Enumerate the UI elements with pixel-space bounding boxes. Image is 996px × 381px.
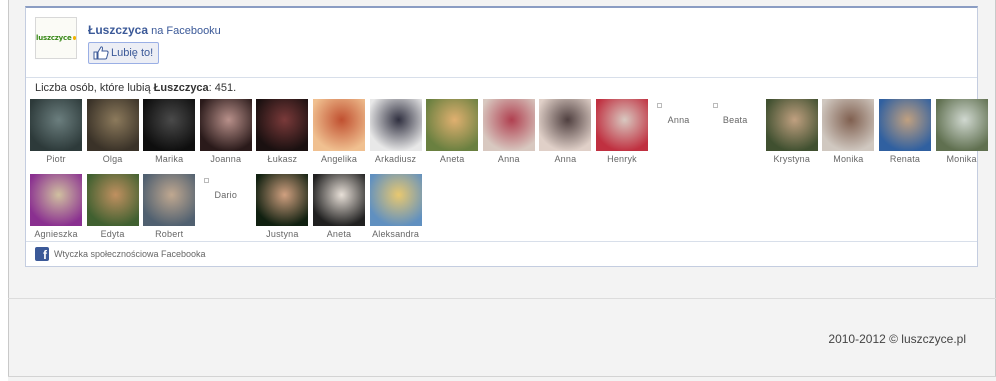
fan-tile[interactable]: Henryk	[594, 97, 650, 169]
fan-photo	[30, 99, 82, 151]
like-count-text: Liczba osób, które lubią Łuszczyca: 451.	[35, 82, 236, 94]
fan-tile[interactable]: Olga	[85, 97, 141, 169]
fan-tile[interactable]: Justyna	[254, 172, 310, 244]
fan-photo	[369, 99, 422, 151]
fan-name: Monika	[946, 154, 977, 164]
fan-tile[interactable]: Beata	[707, 97, 763, 169]
fan-name: Anna	[497, 154, 520, 164]
fan-photo	[879, 99, 931, 151]
fan-name: Marika	[155, 154, 184, 164]
fan-tile[interactable]: Robert	[141, 172, 197, 244]
fan-tile[interactable]: Angelika	[311, 97, 367, 169]
fan-tile[interactable]: Aneta	[424, 97, 480, 169]
fan-photo	[86, 99, 139, 151]
fan-name: Anna	[667, 115, 690, 125]
fan-photo	[86, 174, 139, 226]
fan-name: Justyna	[266, 229, 299, 239]
fan-photo	[256, 174, 309, 226]
fan-tile[interactable]: Renata	[877, 97, 933, 169]
facebook-icon[interactable]: f	[35, 247, 49, 262]
page-name-link[interactable]: Łuszczyca	[88, 23, 148, 37]
like-count-suffix: : 451.	[208, 82, 237, 94]
fan-photo	[539, 99, 592, 151]
fan-tile[interactable]: Monika	[934, 97, 990, 169]
fan-name: Renata	[889, 154, 921, 164]
fan-photo	[313, 174, 365, 226]
social-plugin-link[interactable]: Wtyczka społecznościowa Facebooka	[54, 249, 206, 259]
fan-tile[interactable]: Marika	[141, 97, 197, 169]
copyright-text: 2010-2012 © luszczyce.pl	[828, 332, 966, 346]
fan-photo	[30, 174, 82, 226]
fan-tile[interactable]: Anna	[481, 97, 537, 169]
fan-photo	[143, 99, 196, 151]
like-button[interactable]: Lubię to!	[88, 42, 160, 64]
fan-name: Monika	[833, 154, 864, 164]
fan-photo	[822, 99, 875, 151]
footer-divider	[8, 298, 996, 299]
page-suffix-link[interactable]: na Facebooku	[148, 25, 221, 37]
fan-photo	[199, 99, 252, 151]
facebook-like-box: luszczyce Łuszczyca na Facebooku Lubię t…	[25, 6, 988, 267]
fan-name: Robert	[155, 229, 184, 239]
fan-photo	[935, 99, 988, 151]
page-logo[interactable]: luszczyce	[35, 17, 77, 59]
fan-name: Piotr	[46, 154, 66, 164]
fan-photo	[482, 99, 535, 151]
fan-photo	[765, 99, 818, 151]
fan-name: Olga	[102, 154, 123, 164]
fan-tile[interactable]: Krystyna	[764, 97, 820, 169]
like-box-footer: f Wtyczka społecznościowa Facebooka	[26, 241, 977, 266]
like-button-label: Lubię to!	[111, 47, 154, 59]
fan-photo	[313, 99, 365, 151]
fan-name: Krystyna	[773, 154, 811, 164]
fan-tile[interactable]: Edyta	[85, 172, 141, 244]
missing-photo-icon	[203, 178, 209, 183]
like-count-prefix: Liczba osób, które lubią	[35, 82, 154, 94]
fan-name: Beata	[722, 115, 748, 125]
missing-photo-icon	[656, 103, 662, 108]
fan-name: Angelika	[320, 154, 358, 164]
fan-name: Aleksandra	[372, 229, 420, 239]
fan-tile[interactable]: Dario	[198, 172, 254, 244]
fan-photo	[596, 99, 648, 151]
page-name-line: Łuszczyca na Facebooku	[88, 23, 221, 37]
fan-photo	[369, 174, 422, 226]
fan-tile[interactable]: Aneta	[311, 172, 367, 244]
missing-photo-icon	[713, 103, 719, 108]
fan-tile[interactable]: Agnieszka	[28, 172, 84, 244]
like-count-page: Łuszczyca	[153, 82, 209, 94]
fan-name: Łukasz	[267, 154, 298, 164]
fan-tile[interactable]: Arkadiusz	[368, 97, 424, 169]
fan-name: Arkadiusz	[374, 154, 417, 164]
fan-photo	[426, 99, 479, 151]
fan-name: Aneta	[439, 154, 465, 164]
fan-name: Aneta	[326, 229, 352, 239]
page-frame-bottom	[8, 376, 996, 381]
fan-tile[interactable]: Aleksandra	[368, 172, 424, 244]
fan-tile[interactable]: Łukasz	[254, 97, 310, 169]
fan-tile[interactable]: Anna	[537, 97, 593, 169]
fan-tile[interactable]: Piotr	[28, 97, 84, 169]
like-box-header: luszczyce Łuszczyca na Facebooku Lubię t…	[26, 8, 977, 78]
fan-photo	[143, 174, 196, 226]
fan-tile[interactable]: Anna	[651, 97, 707, 169]
fan-name: Anna	[554, 154, 577, 164]
logo-text: luszczyce	[36, 34, 72, 42]
fan-name: Joanna	[210, 154, 242, 164]
fan-name: Dario	[214, 190, 238, 200]
logo-dot	[72, 36, 76, 40]
fan-tile[interactable]: Monika	[820, 97, 876, 169]
fan-name: Henryk	[607, 154, 637, 164]
fan-photo	[256, 99, 309, 151]
fan-name: Agnieszka	[34, 229, 78, 239]
fan-tile[interactable]: Joanna	[198, 97, 254, 169]
fan-name: Edyta	[100, 229, 125, 239]
thumbs-up-icon	[93, 46, 109, 60]
